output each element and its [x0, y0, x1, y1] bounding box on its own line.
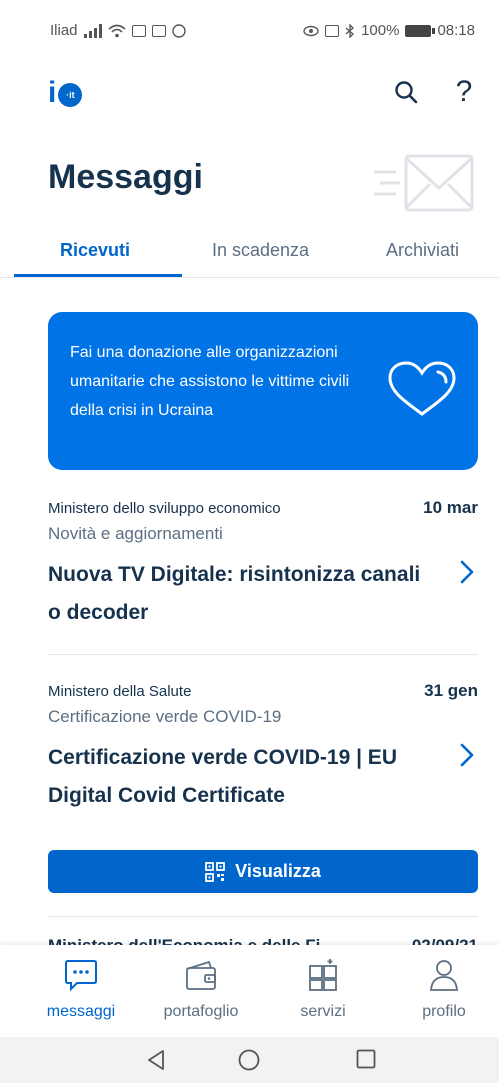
nav-profilo[interactable]: profilo	[389, 945, 499, 1037]
message-bubble-icon	[65, 960, 97, 992]
message-item[interactable]: Ministero della Salute 31 gen Certificaz…	[48, 681, 478, 823]
puzzle-icon	[309, 959, 337, 991]
nav-servizi[interactable]: servizi	[268, 945, 378, 1037]
search-icon	[395, 81, 418, 104]
envelope-icon	[374, 154, 474, 212]
back-icon[interactable]	[146, 1049, 166, 1071]
tab-ricevuti[interactable]: Ricevuti	[60, 240, 130, 261]
nav-label: messaggi	[46, 1003, 116, 1020]
message-item[interactable]: Ministero dello sviluppo economico 10 ma…	[48, 498, 478, 630]
user-icon	[430, 960, 458, 991]
nav-messaggi[interactable]: messaggi	[26, 945, 136, 1037]
divider	[48, 916, 478, 917]
eye-icon	[303, 25, 319, 36]
carrier-name: Iliad	[50, 22, 78, 39]
bottom-navigation: messaggi portafoglio servizi profilo	[0, 945, 499, 1037]
message-service: Certificazione verde COVID-19	[48, 707, 282, 726]
mail-notification-icon	[151, 24, 166, 37]
message-date: 31 gen	[424, 681, 478, 700]
active-tab-indicator	[14, 274, 182, 277]
visualizza-label: Visualizza	[235, 861, 321, 881]
app-header: i ·it ?	[0, 68, 499, 118]
signal-icon	[83, 23, 102, 38]
nav-label: portafoglio	[163, 1003, 239, 1020]
battery-icon	[405, 24, 436, 37]
battery-percent: 100%	[361, 22, 400, 39]
status-left: Iliad	[50, 22, 186, 39]
logo-letter: i	[48, 76, 57, 109]
bluetooth-icon	[345, 23, 355, 38]
tab-in-scadenza[interactable]: In scadenza	[212, 240, 309, 261]
message-sender: Ministero dello sviluppo economico	[48, 500, 281, 517]
divider	[48, 654, 478, 655]
nfc-icon	[325, 24, 340, 37]
message-service: Novità e aggiornamenti	[48, 524, 223, 543]
wallet-icon	[186, 960, 216, 990]
clock: 08:18	[437, 22, 475, 39]
status-bar: Iliad 100% 08:18	[0, 0, 499, 60]
recents-icon[interactable]	[356, 1049, 376, 1069]
tab-archiviati[interactable]: Archiviati	[386, 240, 459, 261]
help-icon: ?	[455, 75, 473, 108]
message-date: 10 mar	[423, 498, 478, 517]
nav-label: profilo	[422, 1003, 466, 1020]
help-button[interactable]: ?	[446, 74, 482, 110]
message-title: Nuova TV Digitale: risintonizza canali o…	[48, 563, 421, 624]
nav-label: servizi	[300, 1003, 346, 1020]
qr-code-icon	[205, 861, 226, 882]
app-notification-icon	[131, 24, 146, 37]
search-button[interactable]	[388, 74, 424, 110]
heart-icon	[388, 361, 456, 416]
wifi-icon	[108, 24, 126, 37]
logo-badge: ·it	[58, 83, 83, 107]
page-title: Messaggi	[48, 158, 203, 196]
status-right: 100% 08:18	[303, 22, 475, 39]
home-icon[interactable]	[238, 1049, 260, 1071]
chevron-right-icon	[460, 743, 474, 767]
visualizza-button[interactable]: Visualizza	[48, 850, 478, 893]
banner-text: Fai una donazione alle organizzazioni um…	[70, 344, 350, 419]
message-tabs: Ricevuti In scadenza Archiviati	[0, 234, 499, 278]
system-navigation-bar	[0, 1037, 499, 1083]
chevron-right-icon	[460, 560, 474, 584]
nav-portafoglio[interactable]: portafoglio	[146, 945, 256, 1037]
m-notification-icon	[171, 23, 186, 38]
message-title: Certificazione verde COVID-19 | EU Digit…	[48, 746, 397, 807]
message-sender: Ministero della Salute	[48, 683, 192, 700]
io-logo: i ·it	[48, 76, 83, 109]
